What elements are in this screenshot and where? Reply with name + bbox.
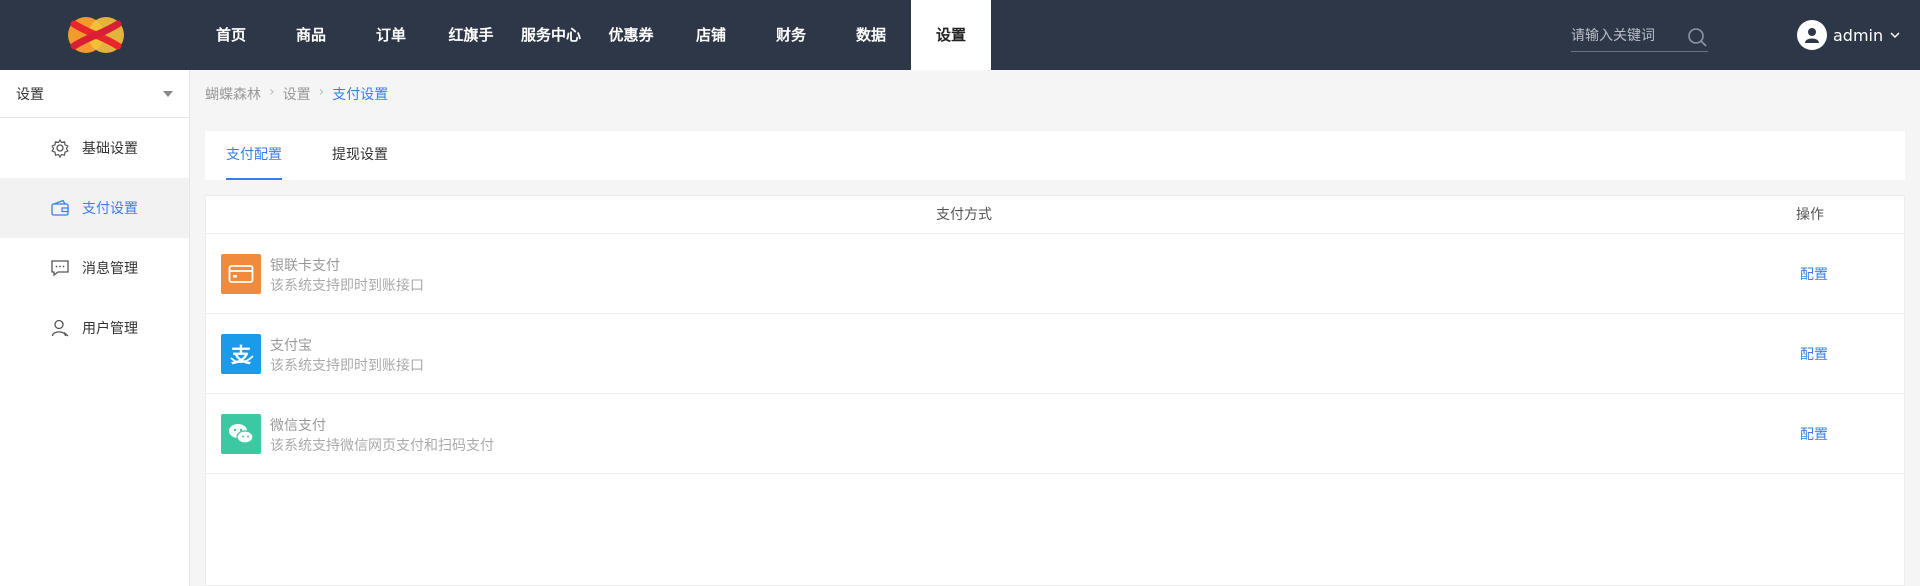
nav-item-orders[interactable]: 订单: [351, 0, 431, 70]
sidebar-item-basic-settings[interactable]: 基础设置: [0, 118, 189, 178]
wallet-icon: [51, 199, 69, 216]
user-name: admin: [1833, 25, 1884, 45]
sidebar-item-user-management[interactable]: 用户管理: [0, 298, 189, 358]
sidebar-select-label: 设置: [16, 86, 44, 103]
logo-icon[interactable]: [60, 12, 132, 58]
table-row: 微信支付 该系统支持微信网页支付和扫码支付 配置: [206, 394, 1904, 474]
nav-item-store[interactable]: 店铺: [671, 0, 751, 70]
avatar: [1797, 20, 1827, 50]
nav-item-finance[interactable]: 财务: [751, 0, 831, 70]
alipay-icon: 支: [221, 334, 261, 374]
breadcrumb-item-settings[interactable]: 设置: [283, 84, 311, 104]
breadcrumb-item-current: 支付设置: [332, 87, 389, 103]
table-row: 支 支付宝 该系统支持即时到账接口 配置: [206, 314, 1904, 394]
payment-name: 支付宝: [270, 338, 312, 354]
sidebar-item-label: 支付设置: [82, 201, 138, 217]
tabs-bar: 支付配置 提现设置: [205, 131, 1905, 180]
column-header-operation: 操作: [1796, 207, 1824, 223]
column-header-method: 支付方式: [936, 207, 992, 223]
configure-button[interactable]: 配置: [1800, 344, 1828, 364]
payment-description: 该系统支持即时到账接口: [270, 278, 424, 294]
configure-button[interactable]: 配置: [1800, 424, 1828, 444]
payment-description: 该系统支持即时到账接口: [270, 358, 424, 374]
caret-down-icon: [163, 90, 173, 97]
nav-item-settings[interactable]: 设置: [911, 0, 991, 70]
wechat-icon: [221, 414, 261, 454]
main-nav: 首页 商品 订单 红旗手 服务中心 优惠券 店铺 财务 数据 设置: [191, 0, 991, 70]
user-menu[interactable]: admin: [1797, 20, 1901, 50]
payment-description: 该系统支持微信网页支付和扫码支付: [270, 438, 494, 454]
breadcrumb-separator-icon: ›: [269, 84, 275, 100]
configure-button[interactable]: 配置: [1800, 264, 1828, 284]
user-icon: [51, 319, 69, 337]
table-row: 银联卡支付 该系统支持即时到账接口 配置: [206, 234, 1904, 314]
svg-text:支: 支: [231, 343, 252, 367]
nav-item-goods[interactable]: 商品: [271, 0, 351, 70]
breadcrumb: 蝴蝶森林 › 设置 › 支付设置: [205, 84, 388, 104]
table-header: 支付方式 操作: [206, 196, 1904, 234]
sidebar-item-label: 消息管理: [82, 261, 138, 277]
user-avatar-icon: [1805, 28, 1819, 43]
search-icon[interactable]: [1686, 26, 1708, 48]
gear-icon: [51, 138, 69, 158]
chevron-down-icon: [1890, 32, 1900, 39]
sidebar-item-payment-settings[interactable]: 支付设置: [0, 178, 189, 238]
payment-name: 微信支付: [270, 418, 326, 434]
payment-methods-table: 支付方式 操作 银联卡支付 该系统支持即时到账接口 配置 支 支付宝 该系统支持…: [205, 195, 1905, 586]
sidebar-section-select[interactable]: 设置: [0, 70, 189, 118]
payment-name: 银联卡支付: [270, 258, 340, 274]
top-navbar: 首页 商品 订单 红旗手 服务中心 优惠券 店铺 财务 数据 设置 admin: [0, 0, 1920, 70]
search-box: [1571, 22, 1708, 52]
nav-item-data[interactable]: 数据: [831, 0, 911, 70]
search-input[interactable]: [1571, 22, 1681, 50]
bank-card-icon: [221, 254, 261, 294]
tab-withdraw-settings[interactable]: 提现设置: [332, 131, 388, 180]
sidebar-item-message-management[interactable]: 消息管理: [0, 238, 189, 298]
sidebar: 设置 基础设置 支付设置 消息管理 用户管理: [0, 70, 190, 586]
nav-item-coupons[interactable]: 优惠券: [591, 0, 671, 70]
nav-item-service-center[interactable]: 服务中心: [511, 0, 591, 70]
sidebar-item-label: 基础设置: [82, 141, 138, 157]
message-icon: [51, 260, 69, 277]
breadcrumb-item-root[interactable]: 蝴蝶森林: [205, 84, 261, 104]
breadcrumb-separator-icon: ›: [318, 84, 325, 100]
sidebar-item-label: 用户管理: [82, 321, 138, 337]
tab-payment-config[interactable]: 支付配置: [226, 131, 282, 180]
nav-item-flag[interactable]: 红旗手: [431, 0, 511, 70]
nav-item-home[interactable]: 首页: [191, 0, 271, 70]
